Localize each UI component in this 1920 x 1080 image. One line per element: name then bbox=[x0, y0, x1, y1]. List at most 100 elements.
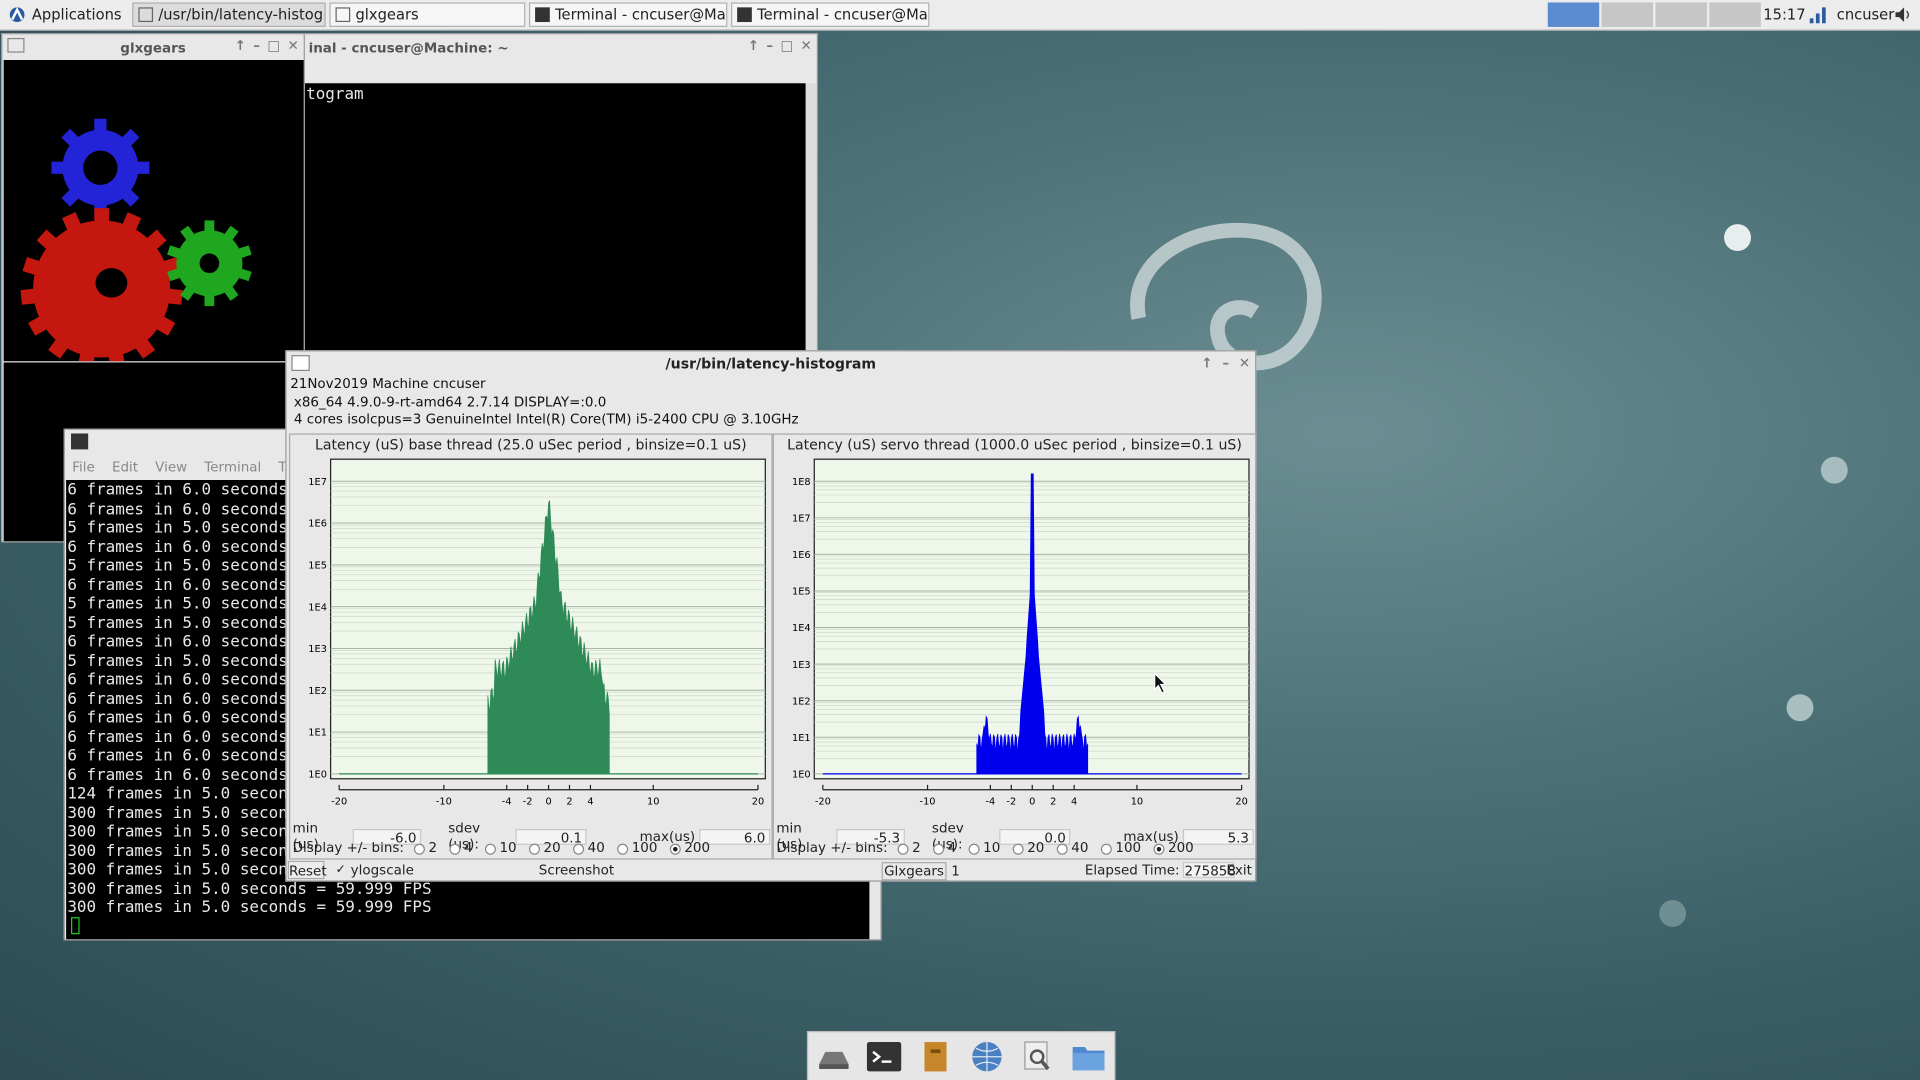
x-tick-label: 4 bbox=[1071, 796, 1077, 807]
terminal-window-back[interactable]: inal - cncuser@Machine: ~ ↑ – □ ✕ togram bbox=[302, 33, 818, 358]
task-label: Terminal - cncuser@Mac... bbox=[757, 6, 928, 24]
show-desktop-icon[interactable] bbox=[815, 1040, 852, 1074]
system-info: 21Nov2019 Machine cncuser x86_64 4.9.0-9… bbox=[287, 376, 1256, 429]
y-tick-label: 1E2 bbox=[792, 696, 811, 707]
close-icon[interactable]: ✕ bbox=[1239, 355, 1250, 371]
web-browser-icon[interactable] bbox=[968, 1040, 1005, 1074]
workspace-1[interactable] bbox=[1547, 2, 1600, 27]
bins-radio-group: 2 4 10 20 40 100 200 bbox=[897, 840, 1206, 856]
bins-radio-20[interactable]: 20 bbox=[528, 840, 561, 856]
up-icon[interactable]: ↑ bbox=[235, 38, 246, 54]
task-label: Terminal - cncuser@Mac... bbox=[555, 6, 726, 24]
terminal-output[interactable]: togram bbox=[303, 83, 806, 358]
task-glxgears[interactable]: glxgears bbox=[329, 2, 526, 27]
menu-edit[interactable]: Edit bbox=[112, 459, 138, 475]
radio-label: 10 bbox=[983, 840, 1001, 856]
menubar-hidden bbox=[304, 61, 817, 83]
bins-radio-20[interactable]: 20 bbox=[1012, 840, 1045, 856]
close-icon[interactable]: ✕ bbox=[801, 38, 812, 54]
minimize-icon[interactable]: – bbox=[253, 38, 260, 54]
task-label: /usr/bin/latency-histogram bbox=[158, 6, 325, 24]
exit-button[interactable]: Exit bbox=[1226, 861, 1253, 879]
terminal-launcher-icon[interactable] bbox=[866, 1040, 903, 1074]
x-tick-label: -2 bbox=[523, 796, 533, 807]
bins-radio-4[interactable]: 4 bbox=[449, 840, 473, 856]
x-tick-label: 20 bbox=[1235, 796, 1247, 807]
search-icon[interactable] bbox=[1019, 1040, 1056, 1074]
close-icon[interactable]: ✕ bbox=[287, 38, 298, 54]
menu-file[interactable]: File bbox=[72, 459, 95, 475]
bins-radio-40[interactable]: 40 bbox=[572, 840, 605, 856]
radio-label: 10 bbox=[499, 840, 517, 856]
applications-menu[interactable]: Applications bbox=[0, 0, 129, 29]
y-tick-label: 1E3 bbox=[792, 660, 811, 671]
bins-radio-4[interactable]: 4 bbox=[932, 840, 956, 856]
bins-radio-40[interactable]: 40 bbox=[1056, 840, 1088, 856]
task-terminal-2[interactable]: Terminal - cncuser@Mac... bbox=[731, 2, 930, 27]
gears-render[interactable] bbox=[3, 60, 304, 370]
bins-radio-2[interactable]: 2 bbox=[897, 840, 921, 856]
task-latency-histogram[interactable]: /usr/bin/latency-histogram bbox=[132, 2, 327, 27]
y-tick-label: 1E7 bbox=[792, 513, 811, 524]
top-panel: Applications /usr/bin/latency-histogram … bbox=[0, 0, 1920, 31]
radio-icon bbox=[1100, 843, 1112, 855]
bins-radio-100[interactable]: 100 bbox=[1100, 840, 1141, 856]
task-terminal-1[interactable]: Terminal - cncuser@Mac... bbox=[529, 2, 728, 27]
bins-radio-2[interactable]: 2 bbox=[413, 840, 438, 856]
folder-icon[interactable] bbox=[1070, 1040, 1107, 1074]
x-tick-label: 10 bbox=[647, 796, 659, 807]
minimize-icon[interactable]: – bbox=[1222, 355, 1229, 371]
workspace-2[interactable] bbox=[1601, 2, 1654, 27]
radio-label: 20 bbox=[1027, 840, 1045, 856]
file-manager-icon[interactable] bbox=[917, 1040, 954, 1074]
bins-radio-10[interactable]: 10 bbox=[484, 840, 517, 856]
radio-icon bbox=[449, 843, 461, 855]
terminal-line: 300 frames in 5.0 seconds = 59.999 FPS bbox=[67, 879, 432, 899]
terminal-icon bbox=[737, 7, 753, 23]
scrollbar[interactable] bbox=[805, 83, 817, 358]
checkbox-checked-icon: ✓ bbox=[335, 863, 346, 877]
bins-radio-100[interactable]: 100 bbox=[617, 840, 657, 856]
bins-radio-200[interactable]: 200 bbox=[669, 840, 710, 856]
bins-radio-200[interactable]: 200 bbox=[1153, 840, 1194, 856]
task-label: glxgears bbox=[355, 6, 419, 24]
desktop-dot bbox=[1786, 694, 1814, 722]
menu-view[interactable]: View bbox=[155, 459, 187, 475]
ylogscale-checkbox[interactable]: ✓ ylogscale bbox=[336, 862, 414, 878]
clock[interactable]: 15:17 bbox=[1763, 0, 1805, 29]
radio-label: 2 bbox=[912, 840, 921, 856]
servo-thread-panel: Latency (uS) servo thread (1000.0 uSec p… bbox=[772, 433, 1257, 860]
reset-button[interactable]: Reset bbox=[287, 860, 327, 880]
network-icon[interactable] bbox=[1809, 5, 1829, 25]
maximize-icon[interactable]: □ bbox=[780, 38, 793, 54]
applications-icon bbox=[9, 7, 25, 23]
servo-bins-row: Display +/- bins: 2 4 10 20 40 100 200 bbox=[776, 840, 1206, 856]
base-plot-title: Latency (uS) base thread (25.0 uSec peri… bbox=[315, 435, 747, 454]
latency-histogram-window[interactable]: /usr/bin/latency-histogram ↑ – ✕ 21Nov2019… bbox=[285, 350, 1257, 882]
bottom-dock bbox=[806, 1031, 1116, 1080]
glxgears-count[interactable]: 1 bbox=[951, 863, 960, 879]
up-icon[interactable]: ↑ bbox=[1201, 355, 1212, 371]
screenshot-button[interactable]: Screenshot bbox=[539, 861, 614, 879]
window-titlebar[interactable]: /usr/bin/latency-histogram ↑ – ✕ bbox=[287, 351, 1256, 375]
menu-terminal[interactable]: Terminal bbox=[204, 459, 261, 475]
radio-label: 200 bbox=[1168, 840, 1194, 856]
workspace-3[interactable] bbox=[1655, 2, 1707, 27]
terminal-line: 300 frames in 5.0 seconds = 59.999 FPS bbox=[67, 898, 432, 918]
volume-icon[interactable] bbox=[1893, 5, 1913, 25]
y-tick-label: 1E1 bbox=[308, 728, 327, 739]
maximize-icon[interactable]: □ bbox=[267, 38, 280, 54]
window-titlebar[interactable]: glxgears ↑ – □ ✕ bbox=[2, 34, 303, 61]
servo-plot-title: Latency (uS) servo thread (1000.0 uSec p… bbox=[787, 435, 1242, 454]
x-tick-label: -10 bbox=[920, 796, 936, 807]
x-tick-label: 0 bbox=[1029, 796, 1035, 807]
bins-radio-10[interactable]: 10 bbox=[968, 840, 1000, 856]
user-menu[interactable]: cncuser bbox=[1837, 0, 1895, 29]
workspace-4[interactable] bbox=[1709, 2, 1761, 27]
up-icon[interactable]: ↑ bbox=[748, 38, 759, 54]
info-line-kernel: x86_64 4.9.0-9-rt-amd64 2.7.14 DISPLAY=:… bbox=[293, 393, 607, 410]
glxgears-button[interactable]: Glxgears bbox=[881, 862, 947, 881]
radio-label: 2 bbox=[428, 840, 438, 856]
window-titlebar[interactable]: inal - cncuser@Machine: ~ ↑ – □ ✕ bbox=[304, 34, 817, 61]
minimize-icon[interactable]: – bbox=[766, 38, 773, 54]
